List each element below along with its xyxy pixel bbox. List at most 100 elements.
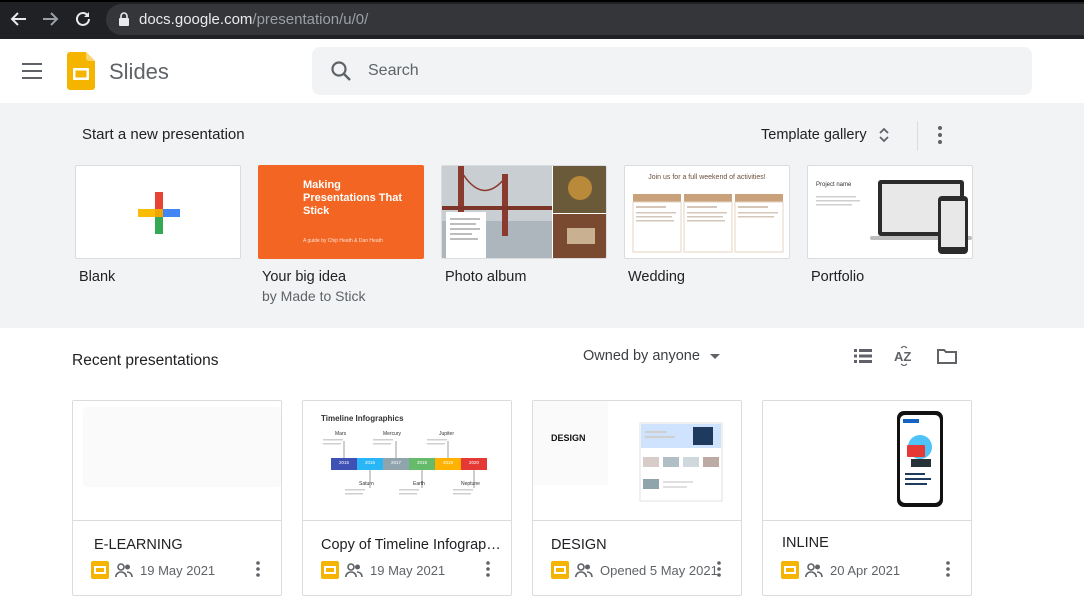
timeline-planet: Mars — [335, 431, 347, 437]
thumbnail-title: Project name — [816, 182, 852, 188]
template-label: Wedding — [628, 269, 685, 285]
app-header: Slides — [0, 39, 1084, 103]
folder-icon[interactable] — [936, 346, 958, 366]
tab-strip-edge — [0, 0, 1084, 2]
reload-icon[interactable] — [73, 9, 93, 29]
thumbnail-title: Making Presentations That Stick — [303, 179, 403, 217]
timeline-year: 2015 — [338, 460, 349, 465]
template-thumbnail[interactable] — [75, 165, 241, 259]
photo-album-thumbnail — [442, 166, 606, 258]
search-input[interactable] — [368, 57, 1008, 85]
template-blank[interactable]: Blank — [75, 165, 241, 285]
slides-file-icon — [551, 561, 569, 579]
wedding-thumbnail — [632, 194, 784, 253]
shared-icon — [575, 563, 593, 578]
doc-thumbnail[interactable]: DESIGN — [533, 401, 741, 521]
shared-icon — [345, 563, 363, 578]
template-label: Portfolio — [811, 269, 865, 285]
slides-file-icon — [91, 561, 109, 579]
design-thumbnail — [639, 422, 723, 502]
doc-title: E-LEARNING — [94, 537, 183, 553]
template-portfolio[interactable]: Project name Portfolio — [807, 165, 973, 285]
doc-meta: 19 May 2021 — [91, 560, 215, 580]
caret-down-icon — [709, 353, 720, 359]
doc-thumbnail[interactable] — [763, 401, 971, 521]
doc-more-icon[interactable] — [484, 560, 492, 578]
thumbnail-subtitle: A guide by Chip Heath & Dan Heath — [303, 238, 383, 244]
timeline-year: 2018 — [416, 460, 427, 465]
template-thumbnail[interactable]: Join us for a full weekend of activities… — [624, 165, 790, 259]
owned-by-dropdown[interactable]: Owned by anyone — [583, 348, 720, 364]
timeline-planet: Neptune — [461, 481, 480, 487]
shared-icon — [805, 563, 823, 578]
url-path: /presentation/u/0/ — [252, 11, 369, 28]
timeline-year: 2019 — [442, 460, 453, 465]
template-section: Start a new presentation Template galler… — [0, 103, 1084, 328]
lock-icon — [119, 12, 129, 26]
phone-thumbnail — [897, 411, 943, 507]
timeline-year: 2017 — [390, 460, 401, 465]
main-menu-icon[interactable] — [22, 63, 42, 79]
search-bar[interactable] — [312, 47, 1032, 95]
plus-icon — [138, 192, 180, 234]
doc-card-e-learning[interactable]: E-LEARNING 19 May 2021 — [72, 400, 282, 596]
forward-icon[interactable] — [40, 9, 60, 29]
timeline-years: 2015 2016 2017 2018 2019 2020 — [331, 460, 487, 465]
template-label: Your big idea — [262, 269, 347, 285]
doc-meta: 19 May 2021 — [321, 560, 445, 580]
doc-more-icon[interactable] — [944, 560, 952, 578]
list-view-icon[interactable] — [852, 346, 874, 366]
template-section-title: Start a new presentation — [82, 126, 245, 143]
doc-thumbnail[interactable] — [73, 401, 281, 521]
url-text: docs.google.com/presentation/u/0/ — [139, 11, 368, 28]
template-more-icon[interactable] — [932, 123, 948, 147]
template-label: Photo album — [445, 269, 527, 285]
template-thumbnail[interactable] — [441, 165, 607, 259]
app-name[interactable]: Slides — [109, 59, 169, 85]
recent-title: Recent presentations — [72, 352, 219, 369]
slides-file-icon — [781, 561, 799, 579]
doc-date: 19 May 2021 — [140, 562, 216, 578]
address-bar[interactable]: docs.google.com/presentation/u/0/ — [106, 4, 1084, 35]
template-thumbnail[interactable]: Project name — [807, 165, 973, 259]
doc-title: Copy of Timeline Infographics — [321, 537, 505, 553]
slides-logo-icon[interactable] — [67, 52, 95, 90]
back-icon[interactable] — [9, 9, 29, 29]
timeline-planet: Mercury — [383, 431, 402, 437]
slides-file-icon — [321, 561, 339, 579]
timeline-year: 2020 — [468, 460, 479, 465]
template-wedding[interactable]: Join us for a full weekend of activities… — [624, 165, 790, 285]
browser-toolbar: docs.google.com/presentation/u/0/ — [0, 0, 1084, 39]
timeline-year: 2016 — [364, 460, 375, 465]
template-gallery-label: Template gallery — [761, 127, 867, 143]
thumbnail-title: Join us for a full weekend of activities… — [648, 174, 766, 181]
doc-title: INLINE — [782, 535, 829, 551]
template-thumbnail[interactable]: Making Presentations That Stick A guide … — [258, 165, 424, 259]
search-icon[interactable] — [330, 60, 352, 82]
doc-card-timeline[interactable]: Timeline Infographics 2015 2016 2017 201… — [302, 400, 512, 596]
doc-date: 19 May 2021 — [370, 562, 446, 578]
doc-thumbnail[interactable]: Timeline Infographics 2015 2016 2017 201… — [303, 401, 511, 521]
template-divider — [917, 121, 918, 151]
doc-meta: 20 Apr 2021 — [781, 560, 900, 580]
doc-card-inline[interactable]: INLINE 20 Apr 2021 — [762, 400, 972, 596]
shared-icon — [115, 563, 133, 578]
doc-more-icon[interactable] — [715, 560, 723, 578]
timeline-planet: Earth — [413, 481, 425, 487]
template-your-big-idea[interactable]: Making Presentations That Stick A guide … — [258, 165, 424, 304]
template-author: by Made to Stick — [262, 288, 366, 304]
sort-az-icon[interactable]: AZ — [893, 346, 915, 366]
template-photo-album[interactable]: Photo album — [441, 165, 607, 285]
timeline-planet: Jupiter — [439, 431, 455, 437]
doc-card-design[interactable]: DESIGN DESIGN Opened 5 May 2021 — [532, 400, 742, 596]
doc-more-icon[interactable] — [254, 560, 262, 578]
doc-title: DESIGN — [551, 537, 607, 553]
unfold-icon — [878, 127, 889, 143]
doc-meta: Opened 5 May 2021 — [551, 560, 718, 580]
owned-by-label: Owned by anyone — [583, 348, 700, 364]
url-host: docs.google.com — [139, 11, 253, 28]
template-label: Blank — [79, 269, 116, 285]
doc-date: 20 Apr 2021 — [830, 562, 901, 578]
doc-date: Opened 5 May 2021 — [600, 562, 718, 578]
template-gallery-button[interactable]: Template gallery — [761, 122, 889, 148]
